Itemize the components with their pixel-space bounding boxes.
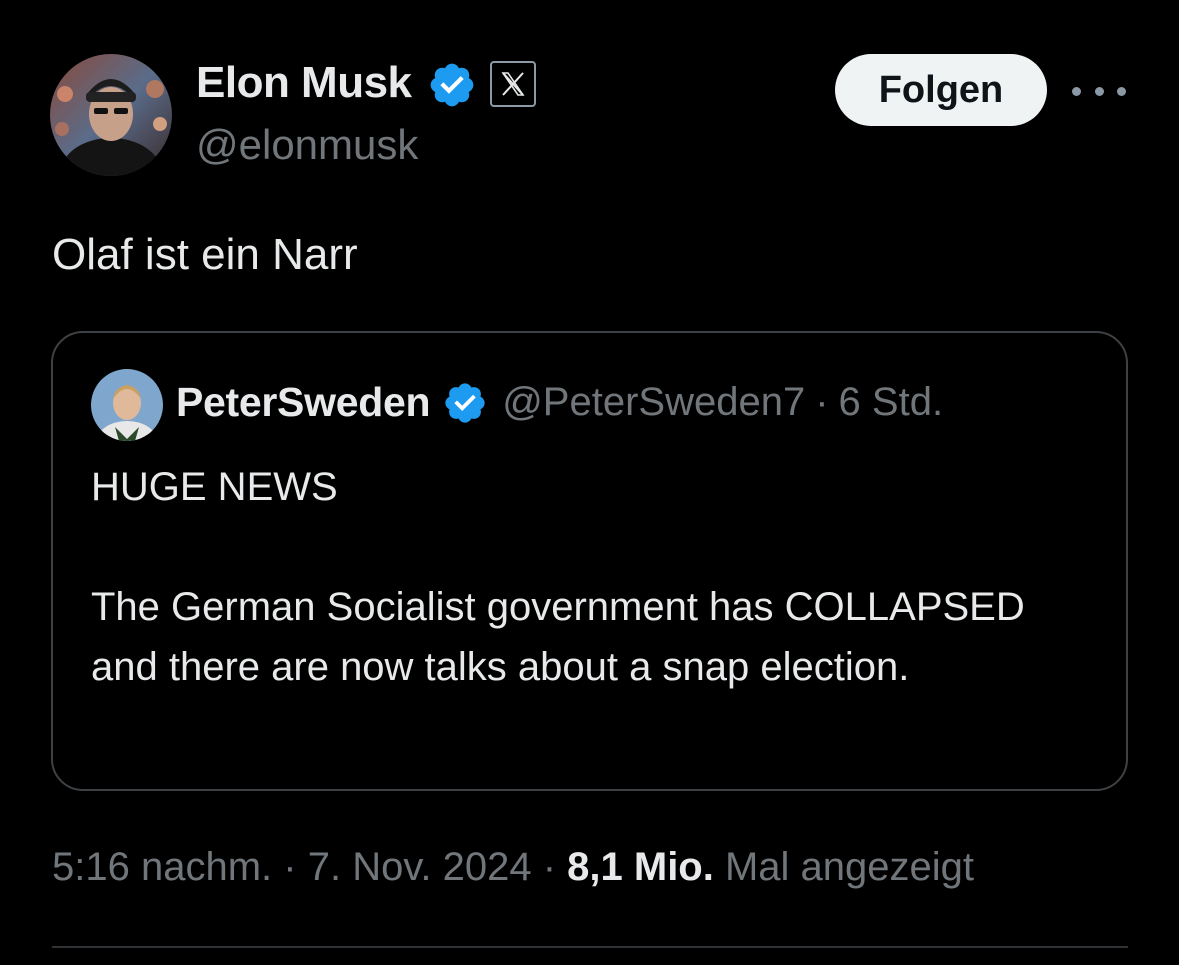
views-count[interactable]: 8,1 Mio. (567, 845, 714, 889)
verified-badge-icon (430, 63, 474, 107)
separator-dot: · (283, 845, 297, 889)
quoted-tweet-text: HUGE NEWS The German Socialist governmen… (91, 457, 1091, 697)
quoted-author-handle[interactable]: @PeterSweden7 (502, 380, 805, 425)
tweet-text: Olaf ist ein Narr (52, 230, 358, 279)
quoted-author-name[interactable]: PeterSweden (176, 379, 431, 426)
quoted-text-line: The German Socialist government has COLL… (91, 585, 1025, 689)
verified-badge-icon (445, 382, 485, 423)
quoted-text-line: HUGE NEWS (91, 465, 338, 509)
dot (1072, 86, 1081, 96)
divider (52, 946, 1128, 948)
dot (1117, 86, 1126, 96)
author-handle[interactable]: @elonmusk (196, 121, 418, 169)
separator-dot: · (815, 380, 829, 424)
author-name[interactable]: Elon Musk (196, 58, 412, 108)
tweet-meta: 5:16 nachm. · 7. Nov. 2024 · 8,1 Mio. Ma… (52, 845, 974, 890)
separator-dot: · (542, 845, 557, 889)
x-logo-icon[interactable] (490, 61, 536, 107)
author-avatar[interactable] (50, 54, 172, 176)
dot (1094, 86, 1104, 96)
more-dots-icon[interactable] (1072, 78, 1126, 104)
tweet-date[interactable]: 7. Nov. 2024 (308, 845, 532, 889)
quoted-timestamp[interactable]: 6 Std. (839, 380, 944, 425)
views-label: Mal angezeigt (724, 845, 975, 889)
quoted-header: PeterSweden @PeterSweden7 · 6 Std. (176, 379, 943, 426)
follow-button[interactable]: Folgen (835, 54, 1047, 126)
tweet-time[interactable]: 5:16 nachm. (52, 845, 272, 889)
quoted-tweet-card[interactable]: PeterSweden @PeterSweden7 · 6 Std. HUGE … (51, 331, 1128, 791)
quoted-author-avatar[interactable] (91, 369, 163, 441)
